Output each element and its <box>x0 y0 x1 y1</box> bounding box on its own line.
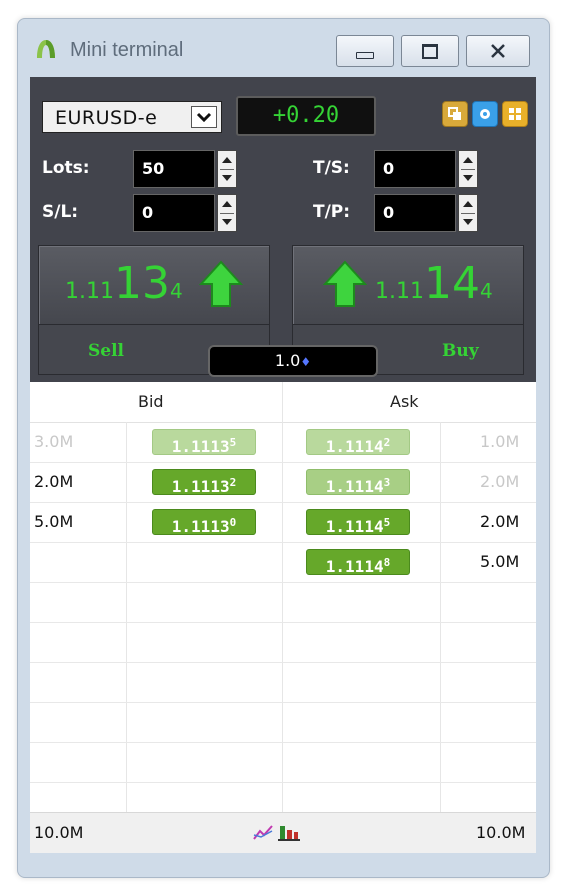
lots-input[interactable]: 50 <box>133 150 215 188</box>
ask-volume: 5.0M <box>480 552 520 571</box>
tp-input[interactable]: 0 <box>374 194 456 232</box>
ask-total: 10.0M <box>476 823 526 842</box>
bid-volume: 2.0M <box>34 472 74 491</box>
ts-stepper[interactable] <box>458 150 478 188</box>
app-logo-icon <box>37 40 55 58</box>
sell-price: 1.11134 <box>65 258 183 309</box>
ask-price-chip[interactable]: 1.11142 <box>306 429 410 456</box>
ts-input[interactable]: 0 <box>374 150 456 188</box>
buy-label: Buy <box>442 341 479 361</box>
minimize-button[interactable] <box>336 35 394 67</box>
settings-icon[interactable] <box>472 101 498 127</box>
bar-chart-icon[interactable] <box>278 823 300 841</box>
bid-volume: 5.0M <box>34 512 74 531</box>
tp-label: T/P: <box>313 202 351 222</box>
bid-volume: 3.0M <box>34 432 74 451</box>
ask-price-chip[interactable]: 1.11143 <box>306 469 410 496</box>
symbol-select[interactable]: EURUSD-e <box>42 101 222 133</box>
bid-price-chip[interactable]: 1.11132 <box>152 469 256 496</box>
lots-stepper[interactable] <box>217 150 237 188</box>
minimize-icon <box>356 51 374 59</box>
copy-icon[interactable] <box>442 101 468 127</box>
buy-button[interactable]: 1.11144 <box>292 245 524 325</box>
sell-button[interactable]: 1.11134 <box>38 245 270 325</box>
sell-label: Sell <box>88 341 125 361</box>
chevron-down-icon[interactable] <box>191 106 217 128</box>
title-bar[interactable]: Mini terminal <box>18 19 549 77</box>
maximize-button[interactable] <box>401 35 459 67</box>
volume-input[interactable]: 1.0♦ <box>208 345 378 377</box>
lots-label: Lots: <box>42 158 90 178</box>
sl-input[interactable]: 0 <box>133 194 215 232</box>
ask-price-chip[interactable]: 1.11145 <box>306 509 410 536</box>
bid-price-chip[interactable]: 1.11135 <box>152 429 256 456</box>
book-header: Bid Ask <box>30 382 536 423</box>
bid-price-chip[interactable]: 1.11130 <box>152 509 256 536</box>
mini-terminal-window: Mini terminal EURUSD-e +0.20 Lots: 50 S/… <box>17 18 550 878</box>
close-button[interactable] <box>466 35 530 67</box>
profit-display: +0.20 <box>236 96 376 136</box>
symbol-value: EURUSD-e <box>55 107 158 129</box>
ask-volume: 1.0M <box>480 432 520 451</box>
ask-volume: 2.0M <box>480 512 520 531</box>
chart-line-icon[interactable] <box>252 823 274 841</box>
tp-stepper[interactable] <box>458 194 478 232</box>
bid-header: Bid <box>138 392 164 411</box>
arrow-up-icon <box>323 260 367 307</box>
arrow-up-icon <box>199 260 243 307</box>
bid-total: 10.0M <box>34 823 84 842</box>
volume-value: 1.0 <box>274 351 301 370</box>
close-icon <box>491 44 505 58</box>
window-title: Mini terminal <box>70 39 184 61</box>
grid-icon[interactable] <box>502 101 528 127</box>
buy-price: 1.11144 <box>375 258 493 309</box>
maximize-icon <box>422 43 438 59</box>
book-footer: 10.0M 10.0M <box>30 812 536 853</box>
ask-header: Ask <box>390 392 419 411</box>
ts-label: T/S: <box>313 158 350 178</box>
sl-stepper[interactable] <box>217 194 237 232</box>
trading-panel: EURUSD-e +0.20 Lots: 50 S/L: 0 T/S: 0 T/… <box>30 77 536 382</box>
spin-icon[interactable]: ♦ <box>300 355 311 369</box>
ask-volume: 2.0M <box>480 472 520 491</box>
ask-price-chip[interactable]: 1.11148 <box>306 549 410 576</box>
sl-label: S/L: <box>42 202 79 222</box>
order-book: Bid Ask 3.0M 1.11135 1.11142 1.0M 2.0M 1… <box>30 382 536 853</box>
